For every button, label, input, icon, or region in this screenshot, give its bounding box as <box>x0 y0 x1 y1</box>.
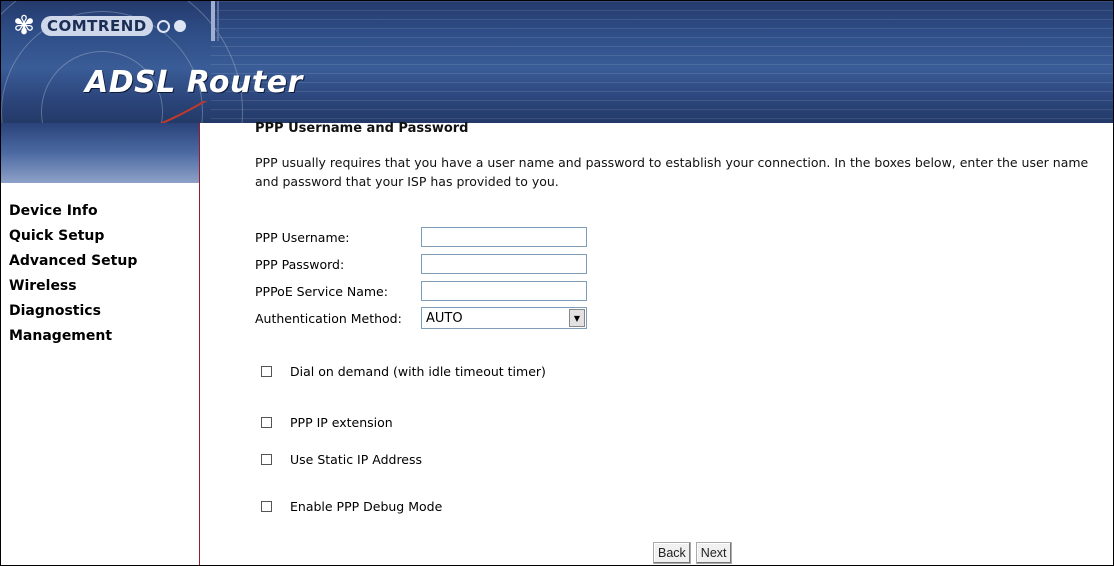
next-button[interactable]: Next <box>695 542 732 564</box>
banner-stripes <box>211 1 1113 123</box>
brand-name: COMTREND <box>41 16 153 36</box>
auth-method-select[interactable]: AUTO ▼ <box>421 307 587 329</box>
username-input[interactable] <box>421 227 587 247</box>
dial-on-demand-option: Dial on demand (with idle timeout timer) <box>261 364 546 379</box>
dial-on-demand-label: Dial on demand (with idle timeout timer) <box>290 364 546 379</box>
auth-method-label: Authentication Method: <box>255 310 402 326</box>
sidebar-item-device-info[interactable]: Device Info <box>9 200 137 225</box>
dial-on-demand-checkbox[interactable] <box>261 366 272 377</box>
router-window: ✾ COMTREND ADSL Router Device Info Quick… <box>0 0 1114 566</box>
debug-mode-option: Enable PPP Debug Mode <box>261 499 442 514</box>
sidebar-nav: Device Info Quick Setup Advanced Setup W… <box>9 200 137 350</box>
page-title: PPP Username and Password <box>255 121 469 136</box>
nav-buttons: Back Next <box>653 542 732 564</box>
debug-mode-label: Enable PPP Debug Mode <box>290 499 443 514</box>
service-name-row: PPPoE Service Name: <box>255 279 587 303</box>
banner-divider <box>211 1 215 41</box>
ip-extension-option: PPP IP extension <box>261 415 393 430</box>
sidebar-item-diagnostics[interactable]: Diagnostics <box>9 300 137 325</box>
ip-extension-checkbox[interactable] <box>261 417 272 428</box>
ring-icon <box>156 19 170 33</box>
username-label: PPP Username: <box>255 229 350 245</box>
brand-logo: ✾ COMTREND <box>9 11 186 41</box>
sidebar-item-advanced-setup[interactable]: Advanced Setup <box>9 250 137 275</box>
password-input[interactable] <box>421 254 587 274</box>
service-name-input[interactable] <box>421 281 587 301</box>
sidebar-item-quick-setup[interactable]: Quick Setup <box>9 225 137 250</box>
sidebar: Device Info Quick Setup Advanced Setup W… <box>1 123 200 565</box>
static-ip-label: Use Static IP Address <box>290 452 423 467</box>
sidebar-item-management[interactable]: Management <box>9 325 137 350</box>
banner-divider <box>217 1 219 41</box>
swoosh-icon <box>159 101 208 123</box>
password-label: PPP Password: <box>255 256 345 272</box>
flower-icon: ✾ <box>13 11 35 41</box>
page-description: PPP usually requires that you have a use… <box>255 155 1089 189</box>
back-button[interactable]: Back <box>653 542 691 564</box>
static-ip-option: Use Static IP Address <box>261 452 422 467</box>
ip-extension-label: PPP IP extension <box>290 415 393 430</box>
service-name-label: PPPoE Service Name: <box>255 283 388 299</box>
chevron-down-icon[interactable]: ▼ <box>569 309 585 327</box>
sidebar-item-wireless[interactable]: Wireless <box>9 275 137 300</box>
dot-icon <box>173 20 186 32</box>
auth-method-value: AUTO <box>426 310 463 326</box>
debug-mode-checkbox[interactable] <box>261 501 272 512</box>
header-banner: ✾ COMTREND ADSL Router <box>1 1 1113 123</box>
static-ip-checkbox[interactable] <box>261 454 272 465</box>
auth-method-row: Authentication Method: AUTO ▼ <box>255 306 587 330</box>
username-row: PPP Username: <box>255 225 587 249</box>
product-title: ADSL Router <box>85 65 303 100</box>
password-row: PPP Password: <box>255 252 587 276</box>
sidebar-banner <box>1 123 199 183</box>
